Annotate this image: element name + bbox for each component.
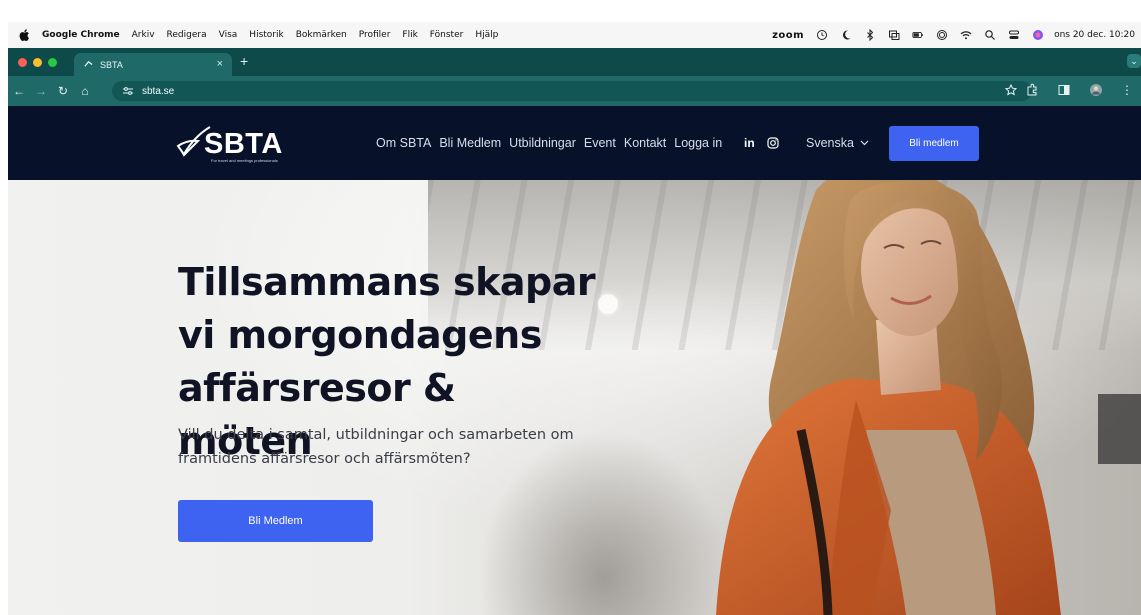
menu-visa[interactable]: Visa	[219, 30, 238, 40]
hero-join-button[interactable]: Bli Medlem	[178, 500, 373, 542]
screen: Google Chrome Arkiv Redigera Visa Histor…	[0, 0, 1141, 615]
menu-fonster[interactable]: Fönster	[430, 30, 464, 40]
close-window-button[interactable]	[18, 58, 27, 67]
nav-utbildningar[interactable]: Utbildningar	[509, 136, 576, 150]
fullscreen-window-button[interactable]	[48, 58, 57, 67]
bookmark-star-icon[interactable]	[1005, 84, 1017, 96]
toolbar-actions: ⋮	[1025, 83, 1133, 97]
menu-hjalp[interactable]: Hjälp	[475, 30, 498, 40]
siri-icon[interactable]	[1032, 29, 1044, 41]
extensions-puzzle-icon[interactable]	[1025, 83, 1039, 97]
linkedin-icon[interactable]: in	[744, 136, 755, 150]
forward-arrow-icon[interactable]: →	[30, 84, 52, 98]
chevron-down-icon	[860, 140, 869, 146]
nav-bli-medlem[interactable]: Bli Medlem	[439, 136, 501, 150]
address-bar[interactable]: sbta.se	[112, 81, 1032, 101]
minimize-window-button[interactable]	[33, 58, 42, 67]
sbta-website: SBTA For travel and meetings professiona…	[8, 106, 1141, 615]
nav-om-sbta[interactable]: Om SBTA	[376, 136, 431, 150]
tab-close-icon[interactable]: ×	[217, 58, 223, 70]
hero-bg-board	[1098, 394, 1141, 464]
side-panel-icon[interactable]	[1057, 83, 1071, 97]
tab-search-chevron-icon[interactable]: ⌄	[1127, 54, 1141, 68]
site-settings-icon[interactable]	[122, 86, 134, 96]
logo-tagline: For travel and meetings professionals	[211, 158, 278, 163]
sbta-favicon-icon	[84, 60, 93, 67]
main-nav: Om SBTA Bli Medlem Utbildningar Event Ko…	[376, 136, 722, 150]
social-links: in	[744, 136, 779, 150]
airdrop-icon[interactable]	[936, 29, 948, 41]
menubar-status-area: zoom ons 20 dec. 10:20	[772, 22, 1135, 48]
bluetooth-icon[interactable]	[864, 29, 876, 41]
menubar-clock[interactable]: ons 20 dec. 10:20	[1054, 30, 1135, 40]
reload-icon[interactable]: ↻	[52, 84, 74, 98]
time-machine-icon[interactable]	[816, 29, 828, 41]
control-center-icon[interactable]	[1008, 29, 1020, 41]
profile-avatar-icon[interactable]	[1089, 83, 1103, 97]
menubar-app-name[interactable]: Google Chrome	[42, 30, 120, 40]
apple-icon[interactable]	[18, 28, 32, 42]
nav-logga-in[interactable]: Logga in	[674, 136, 722, 150]
hero-bg-light	[598, 294, 618, 314]
tab-title: SBTA	[100, 59, 123, 70]
hero-woman-image	[716, 180, 1061, 615]
wifi-icon[interactable]	[960, 29, 972, 41]
language-label: Svenska	[806, 136, 854, 150]
menu-historik[interactable]: Historik	[249, 30, 283, 40]
zoom-status[interactable]: zoom	[772, 30, 804, 41]
menu-arkiv[interactable]: Arkiv	[132, 30, 155, 40]
hero-subtitle: Vill du delta i samtal, utbildningar och…	[178, 427, 574, 467]
language-selector[interactable]: Svenska	[806, 136, 869, 150]
browser-tab-bar: SBTA × + ⌄	[8, 48, 1141, 76]
header-join-button[interactable]: Bli medlem	[889, 126, 979, 161]
instagram-icon[interactable]	[767, 137, 779, 149]
menu-profiler[interactable]: Profiler	[359, 30, 391, 40]
new-tab-icon[interactable]: +	[240, 53, 248, 69]
browser-toolbar: ← → ↻ ⌂ sbta.se ⋮	[8, 76, 1141, 106]
hero-section: Tillsammans skapar vi morgondagens affär…	[8, 180, 1141, 615]
menu-redigera[interactable]: Redigera	[167, 30, 207, 40]
moon-icon[interactable]	[840, 29, 852, 41]
back-arrow-icon[interactable]: ←	[8, 84, 30, 98]
home-icon[interactable]: ⌂	[74, 84, 96, 98]
menu-flik[interactable]: Flik	[402, 30, 417, 40]
nav-kontakt[interactable]: Kontakt	[624, 136, 666, 150]
sbta-logo[interactable]: SBTA For travel and meetings professiona…	[176, 124, 306, 164]
screen-mirroring-icon[interactable]	[888, 29, 900, 41]
site-header: SBTA For travel and meetings professiona…	[8, 106, 1141, 180]
browser-tab-sbta[interactable]: SBTA ×	[74, 53, 232, 76]
nav-event[interactable]: Event	[584, 136, 616, 150]
chrome-menu-icon[interactable]: ⋮	[1121, 83, 1133, 97]
spotlight-search-icon[interactable]	[984, 29, 996, 41]
battery-icon[interactable]	[912, 29, 924, 41]
menu-bokmarken[interactable]: Bokmärken	[296, 30, 347, 40]
url-text: sbta.se	[142, 85, 175, 97]
mac-menubar: Google Chrome Arkiv Redigera Visa Histor…	[8, 22, 1141, 48]
logo-text: SBTA	[204, 128, 283, 160]
window-controls	[18, 58, 57, 67]
